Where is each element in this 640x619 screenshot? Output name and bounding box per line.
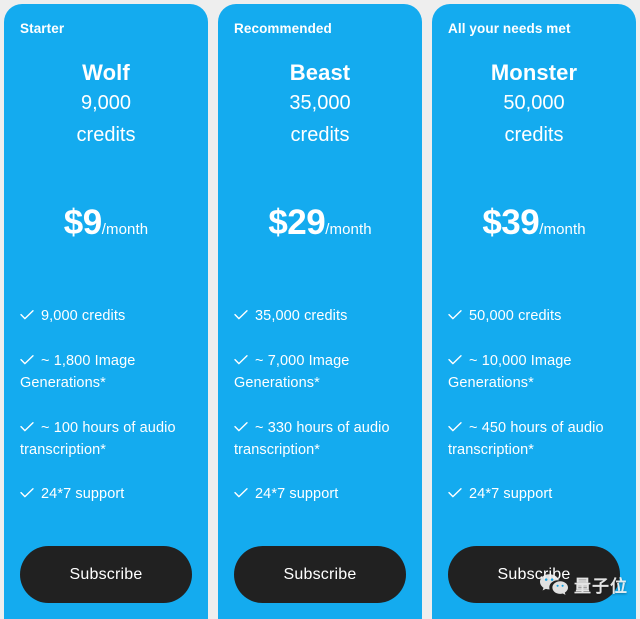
subscribe-button[interactable]: Subscribe bbox=[234, 546, 406, 603]
feature-text: 35,000 credits bbox=[255, 308, 348, 325]
check-icon bbox=[448, 488, 462, 498]
feature-text: ~ 1,800 Image Generations* bbox=[20, 352, 136, 392]
feature-item: ~ 7,000 Image Generations* bbox=[234, 350, 406, 395]
subscribe-button-wrap: Subscribe bbox=[234, 546, 406, 619]
subscribe-button-wrap: Subscribe bbox=[20, 546, 192, 619]
plan-credits-label: credits bbox=[76, 123, 136, 146]
feature-text: 24*7 support bbox=[255, 486, 339, 503]
check-icon bbox=[20, 421, 34, 432]
plan-badge: Starter bbox=[20, 21, 65, 36]
plan-credits-amount: 9,000 bbox=[80, 92, 132, 115]
feature-text: ~ 100 hours of audio transcription* bbox=[20, 419, 176, 458]
feature-list: 35,000 credits ~ 7,000 Image Generations… bbox=[234, 305, 406, 506]
feature-text: ~ 450 hours of audio transcription* bbox=[448, 419, 604, 458]
plan-price: $9 bbox=[63, 203, 102, 243]
subscribe-button[interactable]: Subscribe bbox=[448, 546, 620, 603]
feature-item: 35,000 credits bbox=[234, 305, 406, 327]
check-icon bbox=[448, 310, 462, 320]
check-icon bbox=[234, 354, 248, 365]
feature-item: ~ 330 hours of audio transcription* bbox=[234, 417, 406, 462]
plan-card-starter[interactable]: Starter Wolf 9,000 credits $9/month 9,00… bbox=[4, 4, 208, 619]
plan-credits-amount: 50,000 bbox=[503, 92, 565, 115]
plan-name: Beast bbox=[289, 59, 351, 85]
plan-price-row: $39/month bbox=[448, 203, 620, 243]
plan-name: Monster bbox=[490, 59, 578, 85]
feature-text: ~ 10,000 Image Generations* bbox=[448, 352, 572, 392]
plan-price-row: $9/month bbox=[20, 203, 192, 243]
plan-badge: All your needs met bbox=[448, 21, 571, 36]
feature-list: 50,000 credits ~ 10,000 Image Generation… bbox=[448, 305, 620, 506]
feature-item: 24*7 support bbox=[448, 483, 620, 505]
feature-item: 50,000 credits bbox=[448, 305, 620, 327]
plan-headline: Beast 35,000 credits bbox=[234, 59, 406, 149]
pricing-plans-grid: Starter Wolf 9,000 credits $9/month 9,00… bbox=[0, 0, 640, 619]
check-icon bbox=[20, 488, 34, 498]
plan-price: $29 bbox=[268, 203, 326, 243]
plan-billing-period: /month bbox=[101, 221, 149, 239]
plan-headline: Wolf 9,000 credits bbox=[20, 59, 192, 149]
subscribe-button-wrap: Subscribe bbox=[448, 546, 620, 619]
plan-card-monster[interactable]: All your needs met Monster 50,000 credit… bbox=[432, 4, 636, 619]
check-icon bbox=[20, 310, 34, 320]
check-icon bbox=[448, 421, 462, 432]
feature-text: 24*7 support bbox=[41, 486, 125, 503]
plan-badge: Recommended bbox=[234, 21, 332, 36]
feature-item: 24*7 support bbox=[20, 483, 192, 505]
plan-card-recommended[interactable]: Recommended Beast 35,000 credits $29/mon… bbox=[218, 4, 422, 619]
plan-price-row: $29/month bbox=[234, 203, 406, 243]
plan-credits-label: credits bbox=[290, 123, 350, 146]
feature-item: 24*7 support bbox=[234, 483, 406, 505]
plan-headline: Monster 50,000 credits bbox=[448, 59, 620, 149]
plan-price: $39 bbox=[482, 203, 540, 243]
feature-item: ~ 1,800 Image Generations* bbox=[20, 350, 192, 395]
feature-text: 24*7 support bbox=[469, 486, 553, 503]
feature-item: ~ 10,000 Image Generations* bbox=[448, 350, 620, 395]
check-icon bbox=[234, 488, 248, 498]
feature-item: ~ 100 hours of audio transcription* bbox=[20, 417, 192, 462]
feature-text: ~ 330 hours of audio transcription* bbox=[234, 419, 390, 458]
check-icon bbox=[234, 421, 248, 432]
feature-text: ~ 7,000 Image Generations* bbox=[234, 352, 350, 392]
plan-credits-label: credits bbox=[504, 123, 564, 146]
subscribe-button[interactable]: Subscribe bbox=[20, 546, 192, 603]
feature-text: 50,000 credits bbox=[469, 308, 562, 325]
check-icon bbox=[20, 354, 34, 365]
check-icon bbox=[234, 310, 248, 320]
feature-text: 9,000 credits bbox=[41, 308, 126, 325]
plan-billing-period: /month bbox=[539, 221, 586, 239]
check-icon bbox=[448, 354, 462, 365]
plan-billing-period: /month bbox=[325, 221, 372, 239]
feature-item: 9,000 credits bbox=[20, 305, 192, 327]
plan-credits-amount: 35,000 bbox=[289, 92, 351, 115]
feature-item: ~ 450 hours of audio transcription* bbox=[448, 417, 620, 462]
plan-name: Wolf bbox=[82, 59, 130, 85]
feature-list: 9,000 credits ~ 1,800 Image Generations*… bbox=[20, 305, 192, 506]
